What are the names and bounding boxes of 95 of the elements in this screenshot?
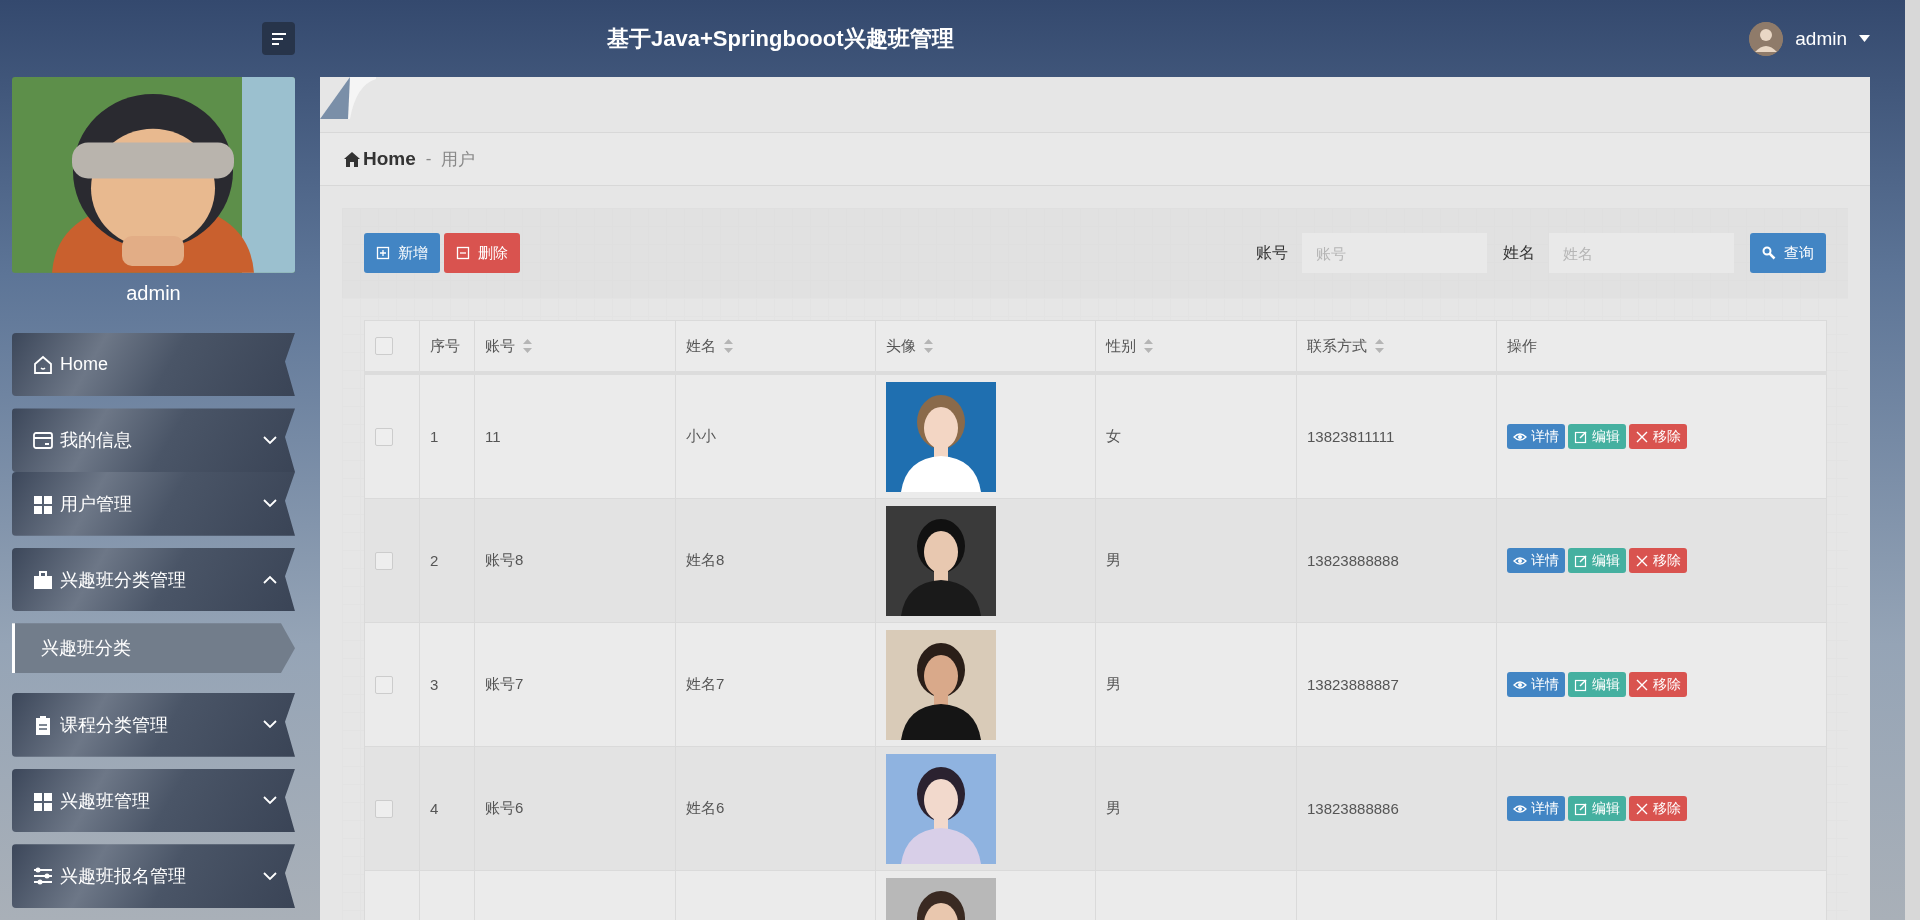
column-header: 操作 <box>1507 336 1537 356</box>
submenu-item[interactable]: 兴趣班分类 <box>12 623 295 674</box>
select-all-checkbox[interactable] <box>375 337 393 355</box>
column-header[interactable]: 头像 <box>886 336 916 356</box>
chevron-down-icon <box>263 720 277 730</box>
edit-icon <box>1574 677 1588 692</box>
add-button[interactable]: 新增 <box>364 233 440 273</box>
view-button[interactable]: 详情 <box>1507 548 1565 573</box>
table-cell: 13823888887 <box>1307 676 1399 693</box>
remove-button[interactable]: 移除 <box>1629 424 1687 449</box>
row-checkbox[interactable] <box>375 551 393 570</box>
table-cell: 4 <box>430 800 439 817</box>
sort-icon[interactable] <box>523 339 532 353</box>
table-cell: 1 <box>430 428 439 445</box>
table-cell: 男 <box>1106 675 1121 692</box>
breadcrumb-home-link[interactable]: Home <box>344 148 416 170</box>
username: admin <box>125 281 182 305</box>
filter-label: 姓名 <box>1503 242 1535 263</box>
table-cell: 账号7 <box>485 675 524 692</box>
table-cell: 姓名6 <box>686 799 725 816</box>
edit-button[interactable]: 编辑 <box>1568 424 1626 449</box>
home-icon <box>344 151 360 167</box>
menu-item[interactable]: 课程分类管理 <box>12 693 295 757</box>
sort-icon[interactable] <box>924 339 933 353</box>
menu-item[interactable]: 兴趣班分类管理 <box>12 547 295 612</box>
table-cell: 13823888888 <box>1307 552 1399 569</box>
table-cell: 姓名7 <box>686 675 725 692</box>
menu-item[interactable]: Home <box>12 332 295 397</box>
home-icon <box>32 353 54 376</box>
column-header[interactable]: 性别 <box>1106 336 1136 356</box>
menu-toggle-button[interactable] <box>262 22 295 55</box>
scrollbar[interactable] <box>1905 0 1920 920</box>
column-header[interactable]: 联系方式 <box>1307 336 1367 356</box>
page-curl-drawing <box>320 77 376 119</box>
column-header: 序号 <box>430 336 460 356</box>
search-button[interactable]: 查询 <box>1750 233 1826 273</box>
card-icon <box>32 429 54 452</box>
remove-button[interactable]: 移除 <box>1629 548 1687 573</box>
table-cell: 11 <box>485 428 501 445</box>
column-header[interactable]: 姓名 <box>686 336 716 356</box>
menu-item[interactable]: 兴趣班管理 <box>12 768 295 833</box>
filter-label: 账号 <box>1256 242 1288 263</box>
view-button[interactable]: 详情 <box>1507 424 1565 449</box>
menu-icon <box>270 31 287 46</box>
table-cell: 13823888886 <box>1307 800 1399 817</box>
plus-square-icon <box>376 246 390 260</box>
app-title: 基于Java+Springbooot兴趣班管理 <box>607 24 954 53</box>
table-cell: 账号6 <box>485 799 524 816</box>
table-cell: 13823811111 <box>1307 428 1395 445</box>
delete-button[interactable]: 删除 <box>444 233 520 273</box>
table-cell: 账号8 <box>485 551 524 568</box>
user-menu[interactable]: admin <box>1795 27 1847 50</box>
caret-icon[interactable] <box>1859 35 1870 42</box>
edit-button[interactable]: 编辑 <box>1568 672 1626 697</box>
chevron-down-icon <box>263 871 277 881</box>
row-checkbox[interactable] <box>375 427 393 446</box>
menu-item[interactable]: 我的信息 <box>12 408 295 473</box>
edit-button[interactable]: 编辑 <box>1568 796 1626 821</box>
breadcrumb-separator: - <box>425 149 432 169</box>
table-cell: 男 <box>1106 799 1121 816</box>
table-cell: 3 <box>430 676 439 693</box>
table-cell: 小小 <box>686 427 716 444</box>
user-avatar[interactable] <box>1749 21 1784 56</box>
remove-button[interactable]: 移除 <box>1629 796 1687 821</box>
chevron-down-icon <box>263 796 277 805</box>
menu-item[interactable]: 兴趣班报名管理 <box>12 844 295 908</box>
menu-item[interactable]: 用户管理 <box>12 472 295 536</box>
sort-icon[interactable] <box>1144 339 1153 353</box>
close-icon <box>1635 429 1649 444</box>
close-icon <box>1635 677 1649 692</box>
minus-square-icon <box>456 246 470 260</box>
table-cell: 2 <box>430 552 439 569</box>
edit-icon <box>1574 429 1588 444</box>
close-icon <box>1635 801 1649 816</box>
view-button[interactable]: 详情 <box>1507 672 1565 697</box>
table-cell: 男 <box>1106 551 1121 568</box>
breadcrumb-current: 用户 <box>441 148 476 171</box>
row-checkbox[interactable] <box>375 799 393 818</box>
table-cell: 姓名8 <box>686 551 725 568</box>
briefcase-icon <box>32 568 54 591</box>
chevron-up-icon <box>263 575 277 585</box>
edit-icon <box>1574 801 1588 816</box>
table-cell: 女 <box>1106 427 1121 444</box>
sort-icon[interactable] <box>1375 339 1384 353</box>
remove-button[interactable]: 移除 <box>1629 672 1687 697</box>
close-icon <box>1635 553 1649 568</box>
edit-icon <box>1574 553 1588 568</box>
edit-button[interactable]: 编辑 <box>1568 548 1626 573</box>
view-button[interactable]: 详情 <box>1507 796 1565 821</box>
chevron-down-icon <box>263 435 277 445</box>
sort-icon[interactable] <box>724 339 733 353</box>
row-checkbox[interactable] <box>375 675 393 694</box>
column-header[interactable]: 账号 <box>485 336 515 356</box>
search-icon <box>1762 246 1776 260</box>
chevron-down-icon <box>263 499 277 509</box>
